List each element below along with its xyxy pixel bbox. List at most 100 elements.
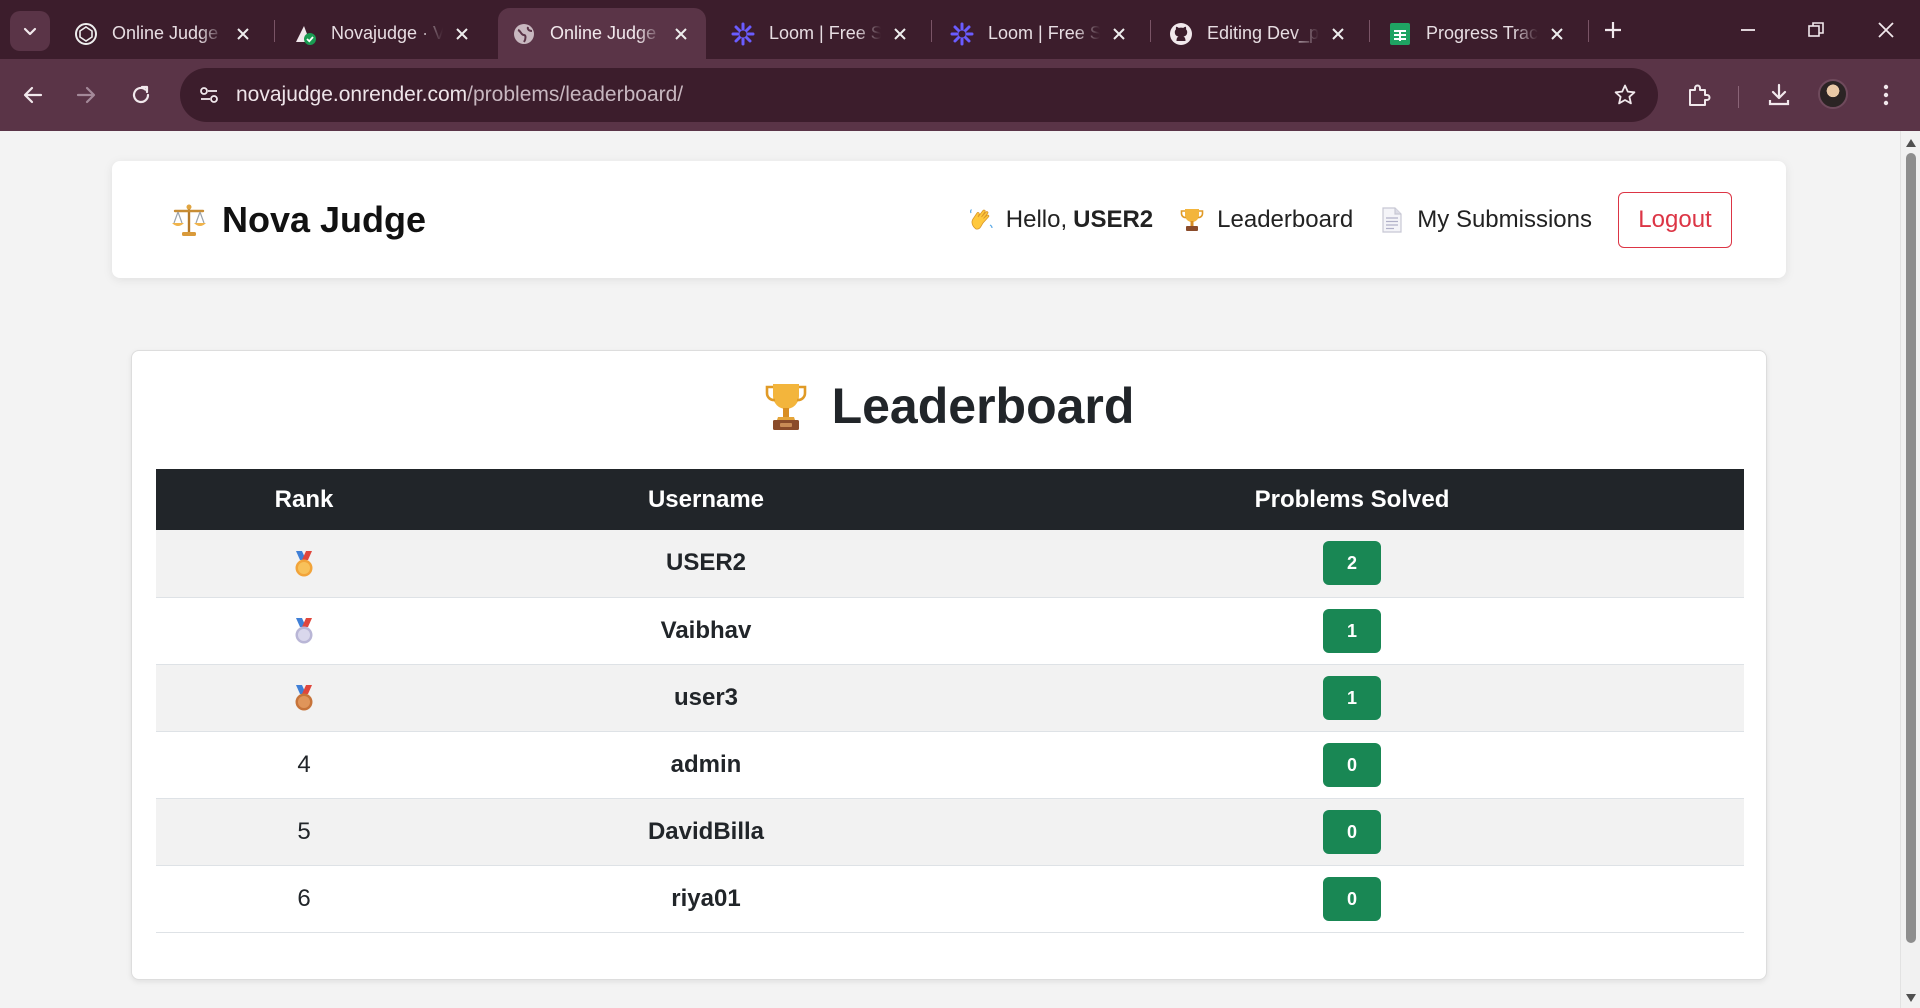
page-title: Leaderboard xyxy=(831,378,1135,434)
document-icon xyxy=(1379,207,1405,233)
site-info-icon[interactable] xyxy=(194,80,224,110)
username-cell: USER2 xyxy=(452,530,960,598)
tab-online-judge-1[interactable]: Online Judge xyxy=(60,8,268,59)
close-icon[interactable] xyxy=(232,23,254,45)
minimize-icon xyxy=(1741,29,1755,31)
current-username: USER2 xyxy=(1073,206,1154,233)
tab-title: Novajudge · Vercel xyxy=(331,23,443,43)
column-header-problems-solved[interactable]: Problems Solved xyxy=(960,469,1744,530)
waving-hand-icon xyxy=(968,207,994,233)
close-icon[interactable] xyxy=(1546,23,1568,45)
close-icon[interactable] xyxy=(1108,23,1130,45)
globe-icon xyxy=(512,22,536,46)
solved-count-badge: 0 xyxy=(1323,876,1381,921)
new-tab-button[interactable] xyxy=(1597,14,1629,46)
leaderboard-heading: Leaderboard xyxy=(132,377,1766,435)
page-scrollbar[interactable] xyxy=(1900,131,1920,1008)
kebab-menu-icon xyxy=(1883,84,1889,106)
plus-icon xyxy=(1605,22,1621,38)
tab-divider xyxy=(1150,20,1151,42)
loom-icon xyxy=(731,22,755,46)
tab-strip: Online Judge Novajudge · Vercel Online J… xyxy=(0,0,1920,59)
column-header-username[interactable]: Username xyxy=(452,469,960,530)
bookmark-star-icon[interactable] xyxy=(1610,80,1640,110)
close-icon[interactable] xyxy=(670,23,692,45)
username-cell: admin xyxy=(452,731,960,799)
nav-submissions-label: My Submissions xyxy=(1417,206,1592,233)
url-path: /problems/leaderboard/ xyxy=(467,83,684,106)
close-icon[interactable] xyxy=(451,23,473,45)
profile-avatar[interactable] xyxy=(1818,79,1848,109)
github-icon xyxy=(1169,22,1193,46)
tab-title: Loom | Free Screen xyxy=(988,23,1100,43)
tab-divider xyxy=(274,20,275,42)
rank-cell xyxy=(156,530,452,598)
table-row: 6 riya01 0 xyxy=(156,865,1744,933)
scales-icon xyxy=(172,204,206,236)
browser-menu-button[interactable] xyxy=(1868,77,1904,113)
restore-button[interactable] xyxy=(1796,10,1836,50)
tab-title: Online Judge xyxy=(112,23,219,43)
tab-github-editing[interactable]: Editing Dev_pro xyxy=(1155,8,1363,59)
scroll-down-arrow-icon[interactable] xyxy=(1906,994,1916,1002)
nav-leaderboard-link[interactable]: Leaderboard xyxy=(1179,206,1353,234)
username-cell: user3 xyxy=(452,664,960,732)
solved-count-badge: 2 xyxy=(1323,541,1381,586)
download-icon xyxy=(1768,83,1790,106)
brand-link[interactable]: Nova Judge xyxy=(170,199,426,241)
table-row: 5 DavidBilla 0 xyxy=(156,798,1744,866)
solved-count-badge: 1 xyxy=(1323,608,1381,653)
reload-icon xyxy=(132,85,150,104)
sheets-icon xyxy=(1388,22,1412,46)
close-window-button[interactable] xyxy=(1866,10,1906,50)
table-header-row: Rank Username Problems Solved xyxy=(156,469,1744,530)
arrow-left-icon xyxy=(23,86,43,104)
logout-button[interactable]: Logout xyxy=(1618,192,1732,248)
scroll-up-arrow-icon[interactable] xyxy=(1906,139,1916,147)
bronze-medal-icon xyxy=(295,684,313,711)
close-icon[interactable] xyxy=(889,23,911,45)
forward-button[interactable] xyxy=(66,75,106,115)
tab-progress-tracker[interactable]: Progress Tracker xyxy=(1374,8,1582,59)
rank-cell: 4 xyxy=(156,731,452,799)
back-button[interactable] xyxy=(13,75,53,115)
extensions-button[interactable] xyxy=(1681,77,1717,113)
username-cell: DavidBilla xyxy=(452,798,960,866)
scrollbar-thumb[interactable] xyxy=(1906,153,1916,943)
column-header-rank[interactable]: Rank xyxy=(156,469,452,530)
tab-title: Online Judge xyxy=(550,23,657,43)
address-bar[interactable]: novajudge.onrender.com/problems/leaderbo… xyxy=(180,68,1658,122)
table-row: user3 1 xyxy=(156,664,1744,732)
table-row: USER2 2 xyxy=(156,530,1744,598)
arrow-right-icon xyxy=(76,86,96,104)
minimize-button[interactable] xyxy=(1728,10,1768,50)
user-greeting: Hello, USER2 xyxy=(968,206,1153,234)
toolbar-divider xyxy=(1738,86,1739,108)
gold-medal-icon xyxy=(295,550,313,577)
tab-divider xyxy=(1588,20,1589,42)
tab-novajudge-vercel[interactable]: Novajudge · Vercel xyxy=(279,8,487,59)
tab-title: Editing Dev_pro xyxy=(1207,23,1319,43)
tab-online-judge-active[interactable]: Online Judge xyxy=(498,8,706,59)
tab-divider xyxy=(1369,20,1370,42)
browser-toolbar: novajudge.onrender.com/problems/leaderbo… xyxy=(0,59,1920,131)
solved-count-badge: 0 xyxy=(1323,742,1381,787)
reload-button[interactable] xyxy=(121,75,161,115)
solved-cell: 0 xyxy=(960,865,1744,933)
rank-cell: 5 xyxy=(156,798,452,866)
trophy-icon xyxy=(1179,207,1205,233)
tab-search-button[interactable] xyxy=(10,11,50,51)
solved-cell: 0 xyxy=(960,798,1744,866)
tab-loom-1[interactable]: Loom | Free Screen xyxy=(717,8,925,59)
leaderboard-card: Leaderboard Rank Username Problems Solve… xyxy=(131,350,1767,980)
downloads-button[interactable] xyxy=(1761,77,1797,113)
nav-leaderboard-label: Leaderboard xyxy=(1217,206,1354,233)
tab-divider xyxy=(931,20,932,42)
tab-title: Loom | Free Screen xyxy=(769,23,881,43)
nav-submissions-link[interactable]: My Submissions xyxy=(1379,206,1592,234)
greeting-prefix: Hello, xyxy=(1005,206,1068,233)
tab-loom-2[interactable]: Loom | Free Screen xyxy=(936,8,1144,59)
close-icon[interactable] xyxy=(1327,23,1349,45)
url-host: novajudge.onrender.com xyxy=(236,83,468,106)
rank-cell: 6 xyxy=(156,865,452,933)
